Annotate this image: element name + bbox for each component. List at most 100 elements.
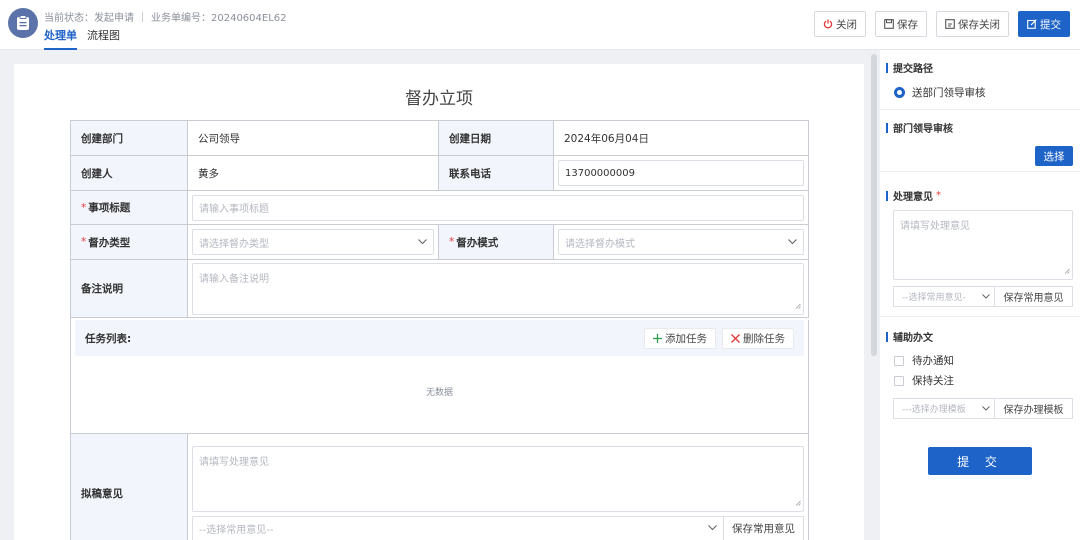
chevron-down-icon	[982, 292, 990, 302]
leader-title: 部门领导审核	[886, 120, 953, 135]
close-icon	[731, 333, 740, 343]
status-line: 当前状态：发起申请 业务单编号：20240604EL62	[44, 9, 287, 24]
opinion-common-select[interactable]: --选择常用意见-	[893, 286, 995, 307]
close-label: 关闭	[836, 18, 857, 31]
date-value: 2024年06月04日	[554, 121, 809, 155]
draft-common-combo: --选择常用意见-- 保存常用意见	[192, 515, 804, 540]
type-select[interactable]: 请选择督办类型	[192, 229, 434, 255]
chevron-down-icon	[708, 523, 717, 534]
doc-number: 业务单编号：20240604EL62	[151, 13, 287, 24]
current-status: 当前状态：发起申请	[44, 13, 134, 24]
row-dept-date: 创建部门 公司领导 创建日期 2024年06月04日	[71, 121, 809, 156]
keep-watch-checkbox[interactable]: 保持关注	[894, 373, 954, 388]
task-actions: 添加任务 删除任务	[638, 327, 794, 349]
template-combo: ---选择办理模板 保存办理模板	[893, 398, 1073, 419]
task-list-header: 任务列表: 添加任务 删除任务	[75, 320, 804, 356]
dept-value: 公司领导	[188, 121, 439, 155]
power-icon	[823, 19, 833, 29]
checkbox-icon	[894, 355, 904, 366]
mode-select[interactable]: 请选择督办模式	[558, 229, 804, 255]
opinion-title: 处理意见 *	[886, 188, 941, 203]
draft-save-common-button[interactable]: 保存常用意见	[724, 515, 804, 540]
form-card: 督办立项 创建部门 公司领导 创建日期 2024年06月04日 创建人 黄多 联…	[14, 64, 864, 540]
draft-textarea[interactable]: 请填写处理意见	[192, 445, 804, 512]
type-cell: 请选择督办类型	[188, 225, 439, 259]
resize-grip-icon	[795, 301, 801, 312]
document-app-icon	[8, 8, 38, 38]
side-panel: 提交路径 送部门领导审核 部门领导审核 选择 处理意见 * 请填写处理意见 --选…	[880, 50, 1080, 540]
row-remark: 备注说明 请输入备注说明	[71, 260, 809, 318]
subject-label: * 事项标题	[71, 191, 188, 224]
submit-button[interactable]: 提交	[1018, 11, 1070, 37]
floppy-icon	[884, 19, 894, 29]
chevron-down-icon	[418, 237, 427, 248]
row-subject: * 事项标题 请输入事项标题	[71, 191, 809, 225]
panel-submit-button[interactable]: 提 交	[928, 447, 1032, 475]
view-tabs: 处理单 流程图	[44, 27, 130, 50]
resize-grip-icon	[795, 498, 801, 509]
leader-section: 部门领导审核 选择	[880, 110, 1080, 172]
route-section: 提交路径 送部门领导审核	[880, 50, 1080, 110]
mode-cell: 请选择督办模式	[554, 225, 809, 259]
radio-selected-icon	[894, 87, 905, 98]
subject-input[interactable]: 请输入事项标题	[192, 194, 804, 221]
checkbox-icon	[894, 375, 904, 386]
header-actions: 关闭 保存 保存关闭 提交	[805, 11, 1070, 37]
remark-cell: 请输入备注说明	[188, 260, 809, 317]
tab-flowchart[interactable]: 流程图	[87, 27, 120, 50]
draft-common-select[interactable]: --选择常用意见--	[192, 515, 724, 540]
phone-label: 联系电话	[439, 156, 554, 190]
row-creator-phone: 创建人 黄多 联系电话 13700000009	[71, 156, 809, 191]
creator-label: 创建人	[71, 156, 188, 190]
save-close-label: 保存关闭	[958, 18, 1000, 31]
assist-section: 辅助办文 待办通知 保持关注 ---选择办理模板 保存办理模板	[880, 317, 1080, 437]
top-bar: 当前状态：发起申请 业务单编号：20240604EL62 处理单 流程图 关闭 …	[0, 0, 1080, 50]
remark-textarea[interactable]: 请输入备注说明	[192, 262, 804, 315]
subject-cell: 请输入事项标题	[188, 191, 809, 224]
resize-grip-icon	[1064, 266, 1070, 277]
tab-form[interactable]: 处理单	[44, 27, 77, 50]
phone-input[interactable]: 13700000009	[558, 160, 804, 186]
add-task-button[interactable]: 添加任务	[644, 327, 716, 349]
form-title: 督办立项	[405, 89, 473, 109]
remark-label: 备注说明	[71, 260, 188, 317]
task-empty-text: 无数据	[425, 388, 453, 398]
route-title: 提交路径	[886, 60, 933, 75]
opinion-save-common-button[interactable]: 保存常用意见	[995, 286, 1073, 307]
save-button[interactable]: 保存	[875, 11, 927, 37]
opinion-common-combo: --选择常用意见- 保存常用意见	[893, 286, 1073, 307]
task-list-section: 任务列表: 添加任务 删除任务 无数据	[71, 320, 809, 434]
plus-icon	[653, 333, 662, 343]
task-list-title: 任务列表:	[85, 332, 132, 345]
submit-label: 提交	[1040, 18, 1061, 31]
scrollbar-thumb[interactable]	[871, 54, 877, 356]
dept-label: 创建部门	[71, 121, 188, 155]
creator-value: 黄多	[188, 156, 439, 190]
delete-task-label: 删除任务	[743, 332, 785, 345]
draft-label: 拟稿意见	[71, 434, 188, 540]
draft-cell: 请填写处理意见 --选择常用意见-- 保存常用意见	[188, 434, 809, 540]
todo-notify-checkbox[interactable]: 待办通知	[894, 353, 954, 368]
save-close-button[interactable]: 保存关闭	[936, 11, 1009, 37]
phone-cell: 13700000009	[554, 156, 809, 190]
mode-label: * 督办模式	[439, 225, 554, 259]
status-divider	[142, 11, 143, 22]
date-label: 创建日期	[439, 121, 554, 155]
save-template-button[interactable]: 保存办理模板	[995, 398, 1073, 419]
type-label: * 督办类型	[71, 225, 188, 259]
main-scrollbar[interactable]	[870, 52, 878, 540]
close-button[interactable]: 关闭	[814, 11, 866, 37]
form-table: 创建部门 公司领导 创建日期 2024年06月04日 创建人 黄多 联系电话 1…	[70, 120, 809, 540]
opinion-section: 处理意见 * 请填写处理意见 --选择常用意见- 保存常用意见	[880, 172, 1080, 317]
row-type-mode: * 督办类型 请选择督办类型 * 督办模式 请选择督办模式	[71, 225, 809, 260]
save-close-icon	[945, 19, 955, 29]
chevron-down-icon	[788, 237, 797, 248]
row-draft: 拟稿意见 请填写处理意见 --选择常用意见-- 保存常用意见	[71, 434, 809, 540]
opinion-textarea[interactable]: 请填写处理意见	[893, 210, 1073, 280]
save-label: 保存	[897, 18, 918, 31]
choose-leader-button[interactable]: 选择	[1035, 146, 1073, 166]
chevron-down-icon	[982, 404, 990, 414]
route-option-radio[interactable]: 送部门领导审核	[894, 85, 986, 100]
delete-task-button[interactable]: 删除任务	[722, 327, 794, 349]
template-select[interactable]: ---选择办理模板	[893, 398, 995, 419]
